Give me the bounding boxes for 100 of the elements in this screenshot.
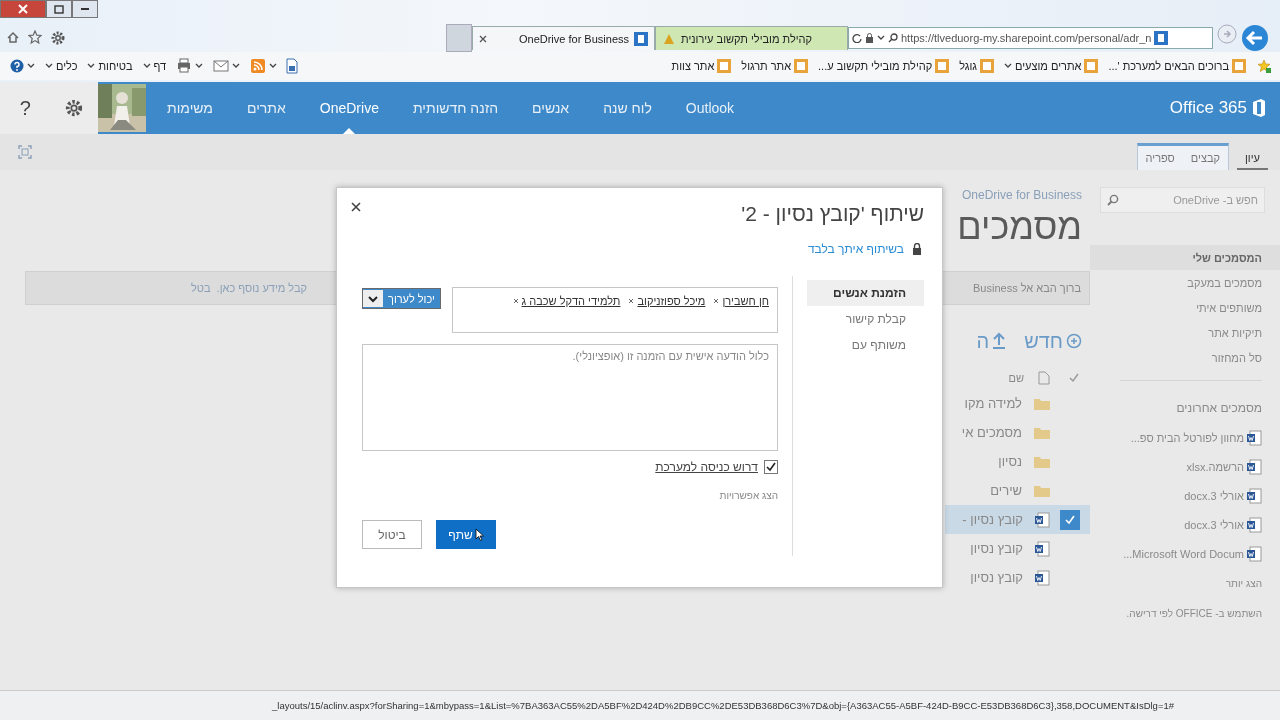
person-token[interactable]: חן חשבירן [722,294,769,307]
remove-icon[interactable] [628,297,635,304]
person-token[interactable]: מיכל ספוזניקוב [637,294,706,307]
show-options-link[interactable]: הצג אפשרויות [362,490,778,501]
access-link[interactable]: בשיתוף איתך בלבד [807,242,904,256]
nav-item[interactable]: מסמכים במעקב [1090,270,1280,295]
people-field[interactable]: חן חשבירן מיכל ספוזניקוב תלמידי הדקל שכבה ג [452,287,778,333]
recent-document[interactable]: מחוון לפורטל הבית ספ... [1090,423,1280,452]
favorite-link[interactable]: אתרים מוצעים [1004,59,1099,73]
check-icon[interactable] [1068,372,1080,384]
file-name: קובץ נסיון [970,541,1023,556]
office-link[interactable]: השתמש ב- OFFICE לפי דרישה. [1090,598,1280,628]
site-icon [794,59,809,73]
remove-icon[interactable] [512,297,519,304]
checkbox[interactable] [764,460,778,474]
office-icon [1252,99,1266,117]
share-button[interactable]: שתף [436,520,496,549]
tab-title: קהילת מובילי תקשוב עירונית [681,32,813,45]
settings-icon[interactable] [64,98,85,118]
file-row[interactable]: קובץ נסיון [945,534,1090,563]
person-token[interactable]: תלמידי הדקל שכבה ג [521,294,621,307]
checkbox-label[interactable]: דרוש כניסה למערכת [655,460,758,474]
search-icon [888,33,898,43]
favorite-link[interactable]: גוגל [959,59,994,73]
maximize-button[interactable] [46,0,72,18]
menu-button[interactable]: כלים [43,60,80,72]
recent-document[interactable]: הרשמה.xlsx [1090,452,1280,481]
office-logo[interactable]: Office 365 [1155,82,1280,134]
search-icon [1107,194,1119,206]
browser-tab[interactable]: קהילת מובילי תקשוב עירונית [655,26,848,50]
close-icon[interactable] [479,34,487,43]
help-button[interactable]: ? [13,96,37,120]
ribbon-tab[interactable]: עיון [1237,148,1268,170]
nav-item[interactable]: המסמכים שלי [1090,245,1280,270]
file-row[interactable]: למידה מקו [945,389,1090,418]
row-checkbox[interactable] [1060,509,1080,530]
nav-link[interactable]: לוח שנה [586,82,669,134]
ribbon-tab[interactable]: קבצים [1182,146,1228,170]
file-row[interactable]: נסיון [945,447,1090,476]
document-icon [1247,429,1262,446]
dialog-nav-item[interactable]: הזמנת אנשים [807,280,924,306]
back-icon[interactable] [1241,24,1269,52]
nav-item[interactable]: משותפים איתי [1090,295,1280,320]
site-icon [1084,59,1099,73]
browser-tab[interactable]: OneDrive for Business [472,26,655,50]
show-more-link[interactable]: הצג יותר [1090,568,1280,598]
caret-icon [45,62,53,70]
menu-button[interactable]: דף [140,60,169,72]
recent-document[interactable]: Microsoft Word Docum... [1090,539,1280,568]
nav-link[interactable]: הזנה חדשותית [395,82,516,134]
file-row[interactable]: קובץ נסיון [945,563,1090,592]
new-button[interactable]: חדש [1024,329,1082,353]
permission-dropdown[interactable]: יכול לערוך [362,288,441,309]
address-field[interactable]: https://tlveduorg-my.sharepoint.com/personal/adr_n [848,27,1213,49]
ribbon-tab[interactable]: ספריה [1137,146,1183,170]
favorite-link[interactable]: אתר צוות [671,59,732,73]
home-icon[interactable] [6,30,20,44]
column-header[interactable]: שם [1008,372,1024,384]
file-row[interactable]: שירים [945,476,1090,505]
message-field[interactable]: כלול הודעה אישית עם הזמנה זו (אופציונלי). [362,344,778,451]
search-field[interactable]: חפש ב- OneDrive [1100,187,1265,213]
close-button[interactable] [0,0,46,18]
caret-icon [195,62,204,70]
upload-button[interactable]: ה [976,329,1007,353]
remove-icon[interactable] [713,297,720,304]
star-icon[interactable] [28,30,42,44]
cancel-button[interactable]: ביטול [362,520,422,549]
lock-icon [865,33,874,43]
favorite-link[interactable]: אתר תרגול [741,59,809,73]
nav-link[interactable]: אתרים [230,82,303,134]
close-icon [18,4,28,14]
file-row[interactable]: קובץ נסיון - [945,505,1090,534]
recent-document[interactable]: אורלי 3.docx [1090,481,1280,510]
nav-item[interactable]: תיקיות אתר [1090,320,1280,345]
minimize-button[interactable] [72,0,98,18]
page-icon[interactable] [285,58,300,74]
recent-document[interactable]: אורלי 3.docx [1090,510,1280,539]
file-row[interactable]: מסמכים אי [945,418,1090,447]
nav-item[interactable]: סל המחזור [1090,345,1280,370]
menu-button[interactable]: בטיחות [85,60,135,72]
close-button[interactable] [349,200,363,214]
caret-icon [368,294,378,303]
settings-icon[interactable] [50,30,66,46]
breadcrumb-link[interactable]: OneDrive for Business [961,188,1082,203]
minimize-icon [81,8,89,10]
dismiss-link[interactable]: בטל [191,282,211,294]
favorites-icon[interactable] [1256,58,1272,74]
nav-link[interactable]: Outlook [668,82,752,134]
dialog-nav-item[interactable]: קבלת קישור [807,306,924,332]
nav-link[interactable]: משימות [150,82,230,134]
favorite-link[interactable]: ברוכים הבאים למערכת '... [1108,59,1246,73]
document-icon [1035,511,1050,528]
check-icon [766,462,776,472]
nav-link[interactable]: OneDrive [302,82,396,134]
caret-icon [142,62,151,70]
learn-more-link[interactable]: קבל מידע נוסף כאן. [216,282,308,294]
favorite-link[interactable]: קהילת מובילי תקשוב ע... [818,59,950,73]
help-button[interactable] [8,59,37,73]
dialog-nav-item[interactable]: משותף עם [807,332,924,358]
nav-link[interactable]: אנשים [515,82,587,134]
